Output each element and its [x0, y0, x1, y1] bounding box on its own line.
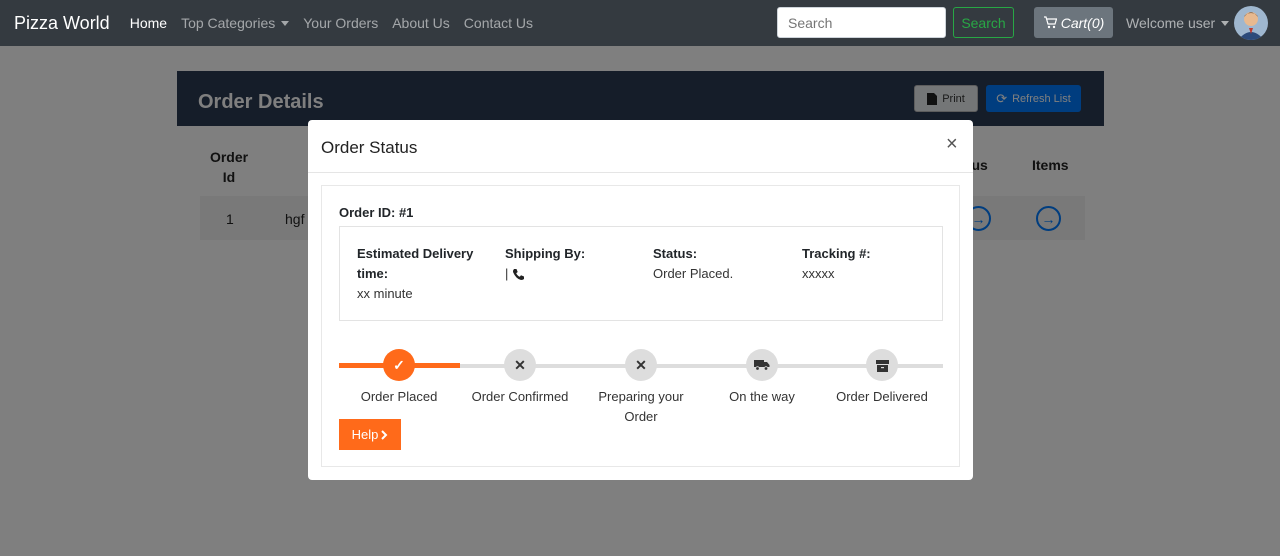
nav-contact-us[interactable]: Contact Us — [464, 15, 533, 31]
modal-divider — [308, 172, 973, 173]
nav-home[interactable]: Home — [130, 15, 167, 31]
delivery-time-label: Estimated Delivery time: — [357, 246, 474, 281]
cart-icon — [1043, 16, 1057, 29]
order-id: Order ID: #1 — [339, 205, 414, 220]
cart-button[interactable]: Cart(0) — [1034, 7, 1113, 38]
nav-your-orders[interactable]: Your Orders — [303, 15, 378, 31]
step-delivered-box-icon — [866, 349, 898, 381]
status-value: Order Placed. — [653, 266, 734, 281]
delivery-time-value: xx minute — [357, 286, 413, 301]
phone-icon — [513, 268, 525, 280]
step-order-placed-check-icon: ✓ — [383, 349, 415, 381]
tracking-value: xxxxx — [802, 266, 835, 281]
shipping-value: | — [505, 264, 525, 284]
nav-about-us[interactable]: About Us — [392, 15, 450, 31]
close-icon[interactable]: × — [946, 134, 958, 154]
step-order-confirmed-times-icon: ✕ — [504, 349, 536, 381]
help-label: Help — [351, 427, 379, 442]
user-menu[interactable]: Welcome user — [1126, 15, 1230, 31]
order-card: Order ID: #1 Estimated Delivery time: xx… — [321, 185, 960, 467]
chevron-right-icon — [381, 429, 388, 440]
nav-top-categories-label: Top Categories — [181, 15, 276, 31]
shipping-label: Shipping By: — [505, 246, 586, 261]
order-status-modal: Order Status × Order ID: #1 Estimated De… — [308, 120, 973, 480]
status-label: Status: — [653, 246, 698, 261]
brand-logo[interactable]: Pizza World — [14, 13, 110, 34]
step-label-order-placed: Order Placed — [360, 389, 438, 404]
chevron-down-icon — [281, 20, 290, 26]
cart-label: Cart(0) — [1060, 14, 1105, 31]
tracking-label: Tracking #: — [802, 246, 871, 261]
chevron-down-icon — [1221, 20, 1230, 26]
search-button[interactable]: Search — [953, 7, 1014, 38]
step-on-the-way-truck-icon — [746, 349, 778, 381]
shipping-separator: | — [505, 266, 509, 281]
step-preparing-times-icon: ✕ — [625, 349, 657, 381]
welcome-label: Welcome user — [1126, 15, 1216, 31]
search-input[interactable] — [777, 7, 946, 38]
step-label-order-confirmed: Order Confirmed — [471, 389, 569, 404]
nav-top-categories[interactable]: Top Categories — [181, 15, 290, 31]
avatar[interactable] — [1234, 6, 1268, 40]
step-label-on-the-way: On the way — [729, 389, 795, 404]
order-info-box: Estimated Delivery time: xx minute Shipp… — [339, 226, 943, 321]
step-label-delivered: Order Delivered — [836, 389, 928, 404]
step-label-preparing: Preparing your Order — [598, 389, 684, 424]
help-button[interactable]: Help — [339, 419, 401, 450]
modal-title: Order Status — [321, 138, 418, 157]
